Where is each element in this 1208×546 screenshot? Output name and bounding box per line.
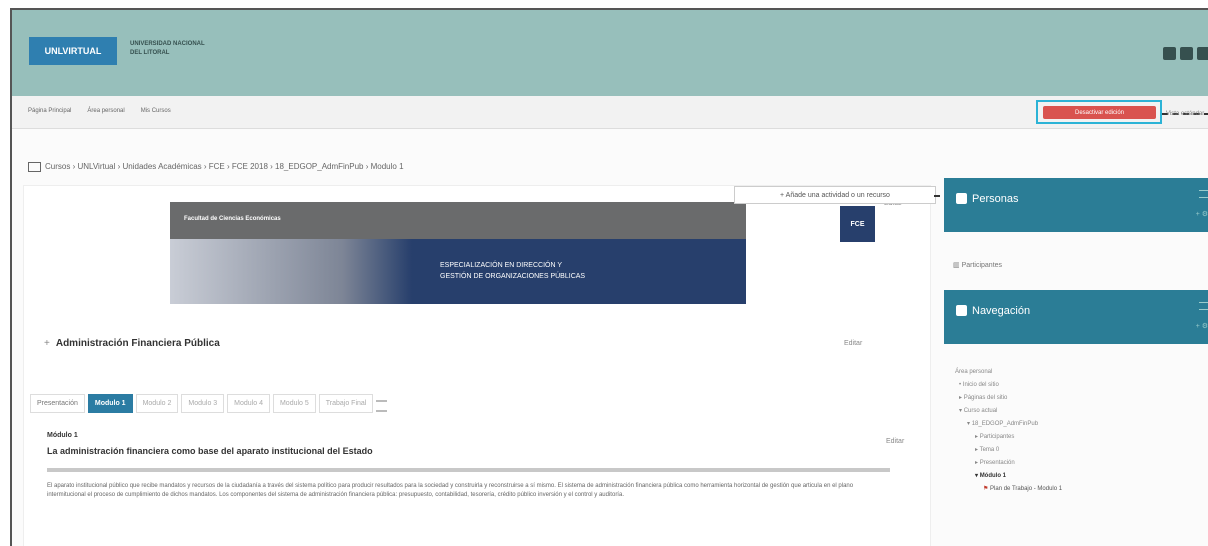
people-block: Personas + ⚙ — [944, 178, 1208, 232]
participants-label: Participantes — [961, 262, 1003, 269]
people-title: Personas — [972, 193, 1019, 205]
module-tabs: Presentación Modulo 1 Modulo 2 Modulo 3 … — [30, 394, 388, 413]
edit-link-module[interactable]: Editar — [886, 438, 904, 445]
tab-trabajo-final[interactable]: Trabajo Final — [318, 394, 374, 413]
youtube-icon[interactable] — [1197, 47, 1208, 60]
nav-tree-item[interactable]: ▾ 18_EDGOP_AdmFinPub — [955, 418, 1062, 431]
add-activity-link[interactable]: + Añade una actividad o un recurso — [734, 186, 936, 204]
unl-logo[interactable]: UNLVIRTUAL — [29, 37, 117, 65]
top-navbar: Página Principal Área personal Mis Curso… — [12, 96, 1208, 129]
progress-divider — [47, 468, 890, 472]
flag-icon: ⚑ — [983, 486, 991, 492]
tab-modulo-5[interactable]: Modulo 5 — [272, 394, 316, 413]
banner-line-2: GESTIÓN DE ORGANIZACIONES PÚBLICAS — [440, 273, 586, 280]
nav-tree-item[interactable]: ⚑ Plan de Trabajo - Modulo 1 — [955, 483, 1062, 496]
course-banner-image: ESPECIALIZACIÓN EN DIRECCIÓN Y GESTIÓN D… — [170, 239, 746, 304]
tab-modulo-2[interactable]: Modulo 2 — [135, 394, 179, 413]
plus-icon[interactable]: + — [44, 338, 50, 349]
course-section-title: + Administración Financiera Pública — [44, 338, 220, 349]
banner-line-1: ESPECIALIZACIÓN EN DIRECCIÓN Y — [440, 262, 563, 269]
tab-modulo-4[interactable]: Modulo 4 — [227, 394, 270, 413]
folder-icon — [28, 162, 41, 172]
nav-tree-item-current[interactable]: ▾ Módulo 1 — [955, 470, 1062, 483]
navigation-icon — [956, 305, 967, 316]
app-window: UNLVIRTUAL UNIVERSIDAD NACIONAL DEL LITO… — [10, 8, 1208, 546]
course-content: Editar Facultad de Ciencias Económicas F… — [23, 185, 931, 546]
breadcrumb: Cursos › UNLVirtual › Unidades Académica… — [28, 162, 404, 172]
nav-links: Página Principal Área personal Mis Curso… — [28, 108, 171, 114]
participants-icon: ▥ — [953, 262, 962, 269]
banner-title: ESPECIALIZACIÓN EN DIRECCIÓN Y GESTIÓN D… — [440, 260, 585, 282]
module-label: Módulo 1 — [47, 432, 78, 439]
nav-my-courses-link[interactable]: Mis Cursos — [141, 108, 171, 114]
social-links — [1163, 47, 1208, 60]
course-banner-top: Facultad de Ciencias Económicas FCE — [170, 202, 875, 242]
university-line-2: DEL LITORAL — [130, 50, 170, 56]
nav-home-link[interactable]: Página Principal — [28, 108, 71, 114]
disable-editing-button[interactable]: Desactivar edición — [1043, 106, 1156, 119]
block-actions-icon[interactable]: + ⚙ — [1196, 210, 1208, 218]
tab-modulo-3[interactable]: Modulo 3 — [181, 394, 225, 413]
edit-button-highlight: Desactivar edición — [1036, 100, 1162, 124]
nav-block-actions-icon[interactable]: + ⚙ — [1196, 322, 1208, 330]
fce-badge: FCE — [840, 206, 875, 242]
nav-personal-area-link[interactable]: Área personal — [87, 108, 124, 114]
navigation-block: Navegación + ⚙ — [944, 290, 1208, 344]
course-title: Administración Financiera Pública — [55, 338, 220, 349]
nav-tree-item[interactable]: • Inicio del sitio — [955, 379, 1062, 392]
nav-tree-item[interactable]: ▸ Tema 0 — [955, 444, 1062, 457]
facebook-icon[interactable] — [1163, 47, 1176, 60]
navigation-title: Navegación — [972, 305, 1031, 317]
university-line-1: UNIVERSIDAD NACIONAL — [130, 41, 205, 47]
module-description: El aparato institucional público que rec… — [47, 483, 854, 498]
nav-tree-item[interactable]: Área personal — [955, 366, 1062, 379]
navigation-tree: Área personal • Inicio del sitio ▸ Págin… — [955, 366, 1062, 496]
university-name: UNIVERSIDAD NACIONAL DEL LITORAL — [130, 40, 205, 58]
block-menu-icon[interactable] — [1199, 190, 1208, 198]
nav-tree-item[interactable]: ▸ Participantes — [955, 431, 1062, 444]
breadcrumb-text[interactable]: Cursos › UNLVirtual › Unidades Académica… — [45, 162, 404, 171]
faculty-name: Facultad de Ciencias Económicas — [184, 216, 281, 222]
twitter-icon[interactable] — [1180, 47, 1193, 60]
people-icon — [956, 193, 967, 204]
tabs-menu-icon[interactable] — [376, 400, 388, 412]
tab-modulo-1[interactable]: Modulo 1 — [87, 394, 133, 413]
nav-tree-item[interactable]: ▸ Presentación — [955, 457, 1062, 470]
standard-view-link[interactable]: Vista estándar — [1166, 111, 1204, 117]
module-title: La administración financiera como base d… — [47, 446, 373, 456]
nav-tree-item[interactable]: ▸ Páginas del sitio — [955, 392, 1062, 405]
participants-link[interactable]: ▥ Participantes — [953, 261, 1002, 269]
tab-presentacion[interactable]: Presentación — [30, 394, 85, 413]
site-header: UNLVIRTUAL UNIVERSIDAD NACIONAL DEL LITO… — [12, 10, 1208, 96]
nav-block-menu-icon[interactable] — [1199, 302, 1208, 310]
edit-link-course[interactable]: Editar — [844, 340, 862, 347]
nav-tree-item[interactable]: ▾ Curso actual — [955, 405, 1062, 418]
